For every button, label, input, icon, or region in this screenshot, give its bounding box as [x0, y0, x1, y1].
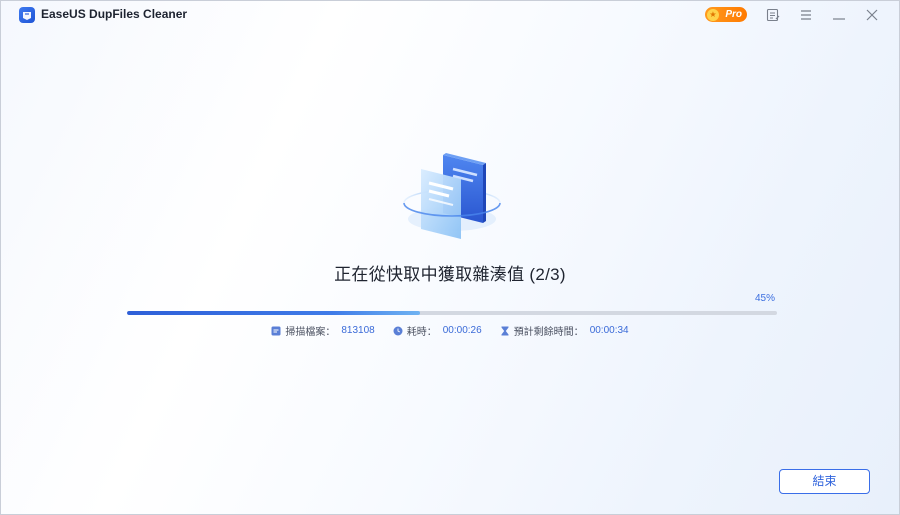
- remaining-time-value: 00:00:34: [589, 325, 629, 336]
- menu-icon[interactable]: [797, 6, 815, 24]
- hourglass-icon: [500, 326, 510, 336]
- scan-progress-fill: [127, 311, 420, 315]
- scan-status-title: 正在從快取中獲取雜湊值 (2/3): [334, 265, 566, 284]
- title-bar: EaseUS DupFiles Cleaner ★ Pro: [1, 1, 899, 29]
- minimize-icon[interactable]: [830, 6, 848, 24]
- pro-coin-icon: ★: [707, 8, 719, 21]
- app-window: EaseUS DupFiles Cleaner ★ Pro 正在從快取中獲取雜湊…: [0, 0, 900, 515]
- app-logo-icon: [19, 7, 35, 23]
- scan-progress-bar: [127, 311, 777, 315]
- files-scanned-stat: 掃描檔案： 813108: [271, 323, 375, 338]
- elapsed-time-value: 00:00:26: [442, 325, 482, 336]
- scan-stats: 掃描檔案： 813108 耗時： 00:00:26 預計剩餘時間： 00:00:…: [1, 323, 899, 338]
- elapsed-time-stat: 耗時： 00:00:26: [393, 323, 482, 338]
- progress-percent-label: 45%: [754, 293, 775, 304]
- file-icon: [271, 326, 281, 336]
- clock-icon: [393, 326, 403, 336]
- elapsed-time-label: 耗時：: [406, 327, 437, 338]
- close-icon[interactable]: [863, 6, 881, 24]
- pro-badge-label: Pro: [725, 9, 742, 20]
- finish-button[interactable]: 結束: [779, 469, 870, 494]
- files-scanned-label: 掃描檔案：: [285, 327, 336, 338]
- remaining-time-label: 預計剩餘時間：: [513, 327, 584, 338]
- app-title: EaseUS DupFiles Cleaner: [41, 7, 188, 21]
- feedback-icon[interactable]: [764, 6, 782, 24]
- scanning-documents-illustration: [397, 151, 507, 243]
- pro-badge[interactable]: ★ Pro: [705, 7, 747, 22]
- remaining-time-stat: 預計剩餘時間： 00:00:34: [500, 323, 629, 338]
- files-scanned-value: 813108: [341, 325, 375, 336]
